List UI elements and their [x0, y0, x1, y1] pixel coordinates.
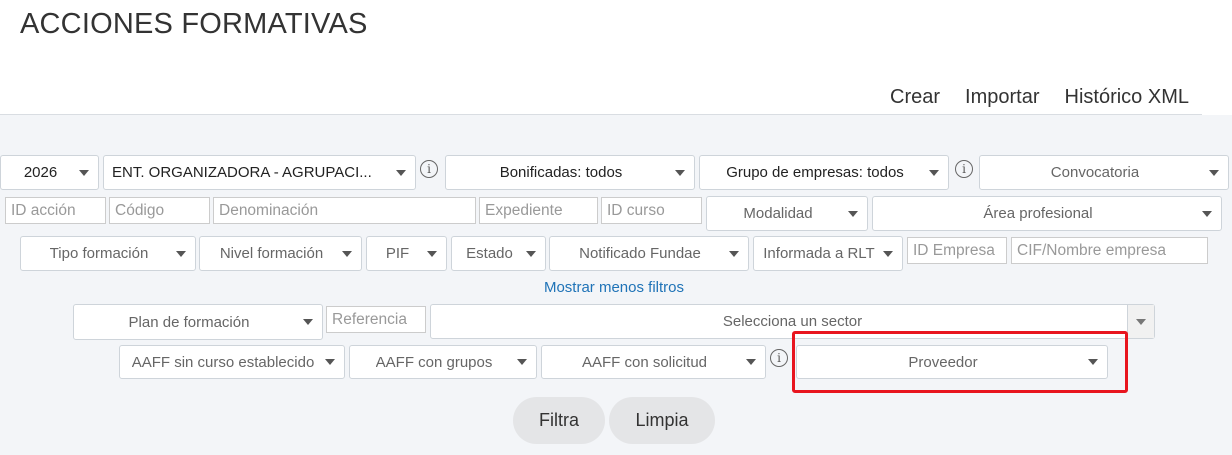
- limpia-button[interactable]: Limpia: [609, 397, 715, 444]
- chevron-down-icon: [517, 359, 527, 365]
- cif-nombre-input[interactable]: CIF/Nombre empresa: [1011, 237, 1208, 264]
- chevron-down-icon: [1209, 169, 1219, 176]
- informada-rlt-select[interactable]: Informada a RLT: [753, 236, 903, 271]
- area-profesional-select-label: Área profesional: [983, 205, 1093, 222]
- plan-formacion-select[interactable]: Plan de formación: [73, 304, 323, 340]
- chevron-down-icon: [396, 169, 406, 176]
- chevron-down-icon: [342, 250, 352, 257]
- plan-formacion-select-label: Plan de formación: [128, 313, 250, 331]
- mostrar-menos-filtros-link[interactable]: Mostrar menos filtros: [0, 279, 1228, 296]
- notificado-fundae-select[interactable]: Notificado Fundae: [549, 236, 749, 271]
- info-icon[interactable]: i: [420, 160, 438, 178]
- grupo-empresas-select-label: Grupo de empresas: todos: [726, 164, 904, 181]
- chevron-down-icon: [79, 169, 89, 176]
- id-accion-input[interactable]: ID acción: [5, 197, 106, 224]
- page-title: ACCIONES FORMATIVAS: [20, 8, 368, 40]
- chevron-down-icon: [1202, 210, 1212, 217]
- bonificadas-select[interactable]: Bonificadas: todos: [445, 155, 695, 190]
- info-icon[interactable]: i: [955, 160, 973, 178]
- year-select-label: 2026: [23, 164, 58, 181]
- crear-link[interactable]: Crear: [890, 86, 940, 109]
- area-profesional-select[interactable]: Área profesional: [872, 196, 1222, 231]
- aaff-con-grupos-select-label: AAFF con grupos: [375, 353, 493, 371]
- pif-select-label: PIF: [385, 245, 410, 262]
- chevron-down-icon: [303, 319, 313, 325]
- bonificadas-select-label: Bonificadas: todos: [499, 164, 623, 181]
- grupo-empresas-select[interactable]: Grupo de empresas: todos: [699, 155, 949, 190]
- tipo-formacion-select-label: Tipo formación: [49, 245, 149, 262]
- aaff-con-solicitud-select-label: AAFF con solicitud: [581, 353, 708, 371]
- estado-select-label: Estado: [466, 245, 513, 262]
- chevron-down-icon: [1136, 319, 1146, 325]
- historico-xml-link[interactable]: Histórico XML: [1065, 86, 1189, 109]
- entidad-select[interactable]: ENT. ORGANIZADORA - AGRUPACI...: [103, 155, 416, 190]
- modalidad-select-label: Modalidad: [743, 205, 813, 222]
- sector-dropdown-button[interactable]: [1127, 305, 1154, 338]
- chevron-down-icon: [746, 359, 756, 365]
- notificado-fundae-select-label: Notificado Fundae: [579, 245, 701, 262]
- id-curso-input[interactable]: ID curso: [601, 197, 702, 224]
- informada-rlt-select-label: Informada a RLT: [763, 245, 875, 262]
- modalidad-select[interactable]: Modalidad: [706, 196, 868, 231]
- importar-link[interactable]: Importar: [965, 86, 1039, 109]
- aaff-sin-curso-select-label: AAFF sin curso establecido: [131, 353, 315, 371]
- nivel-formacion-select-label: Nivel formación: [219, 245, 324, 262]
- chevron-down-icon: [176, 250, 186, 257]
- aaff-sin-curso-select[interactable]: AAFF sin curso establecido: [119, 345, 345, 379]
- chevron-down-icon: [427, 250, 437, 257]
- chevron-down-icon: [883, 250, 893, 257]
- expediente-input[interactable]: Expediente: [479, 197, 598, 224]
- convocatoria-select-label: Convocatoria: [1050, 164, 1140, 181]
- tipo-formacion-select[interactable]: Tipo formación: [20, 236, 196, 271]
- proveedor-select-label: Proveedor: [908, 353, 978, 371]
- estado-select[interactable]: Estado: [451, 236, 546, 271]
- chevron-down-icon: [325, 359, 335, 365]
- pif-select[interactable]: PIF: [366, 236, 447, 271]
- referencia-input[interactable]: Referencia: [326, 306, 426, 333]
- chevron-down-icon: [675, 169, 685, 176]
- convocatoria-select[interactable]: Convocatoria: [979, 155, 1229, 190]
- chevron-down-icon: [1088, 359, 1098, 365]
- year-select[interactable]: 2026: [0, 155, 99, 190]
- nivel-formacion-select[interactable]: Nivel formación: [199, 236, 362, 271]
- chevron-down-icon: [929, 169, 939, 176]
- denominacion-input[interactable]: Denominación: [213, 197, 476, 224]
- chevron-down-icon: [729, 250, 739, 257]
- sector-select[interactable]: Selecciona un sector: [430, 304, 1155, 339]
- entidad-select-label: ENT. ORGANIZADORA - AGRUPACI...: [112, 164, 372, 181]
- proveedor-select[interactable]: Proveedor: [796, 345, 1108, 379]
- aaff-con-solicitud-select[interactable]: AAFF con solicitud: [541, 345, 766, 379]
- id-empresa-input[interactable]: ID Empresa: [907, 237, 1007, 264]
- info-icon[interactable]: i: [770, 349, 788, 367]
- filtra-button[interactable]: Filtra: [513, 397, 605, 444]
- sector-select-label: Selecciona un sector: [722, 313, 863, 330]
- codigo-input[interactable]: Código: [109, 197, 210, 224]
- chevron-down-icon: [848, 210, 858, 217]
- chevron-down-icon: [526, 250, 536, 257]
- top-nav: Crear Importar Histórico XML: [890, 86, 1189, 109]
- aaff-con-grupos-select[interactable]: AAFF con grupos: [349, 345, 537, 379]
